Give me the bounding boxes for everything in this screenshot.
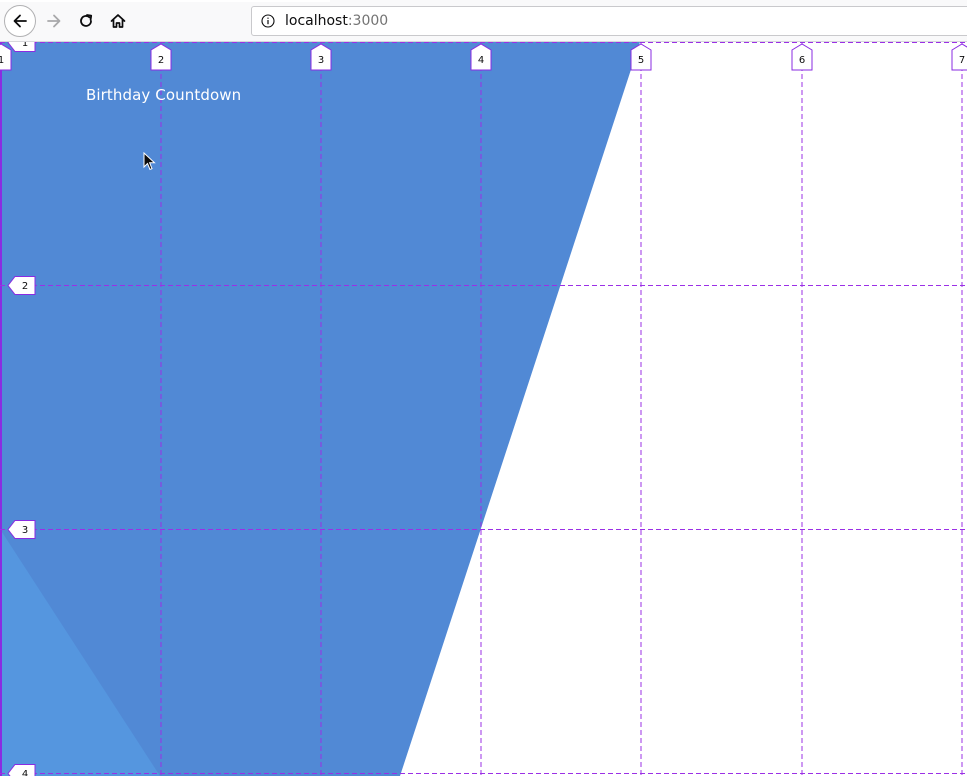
grid-column-badge: 2	[150, 43, 172, 71]
grid-column-badge: 4	[470, 43, 492, 71]
url-port: :3000	[347, 13, 389, 29]
main-blue-shape	[0, 42, 640, 776]
url-bar[interactable]: localhost:3000	[251, 6, 967, 36]
reload-icon	[80, 14, 93, 27]
forward-button[interactable]	[38, 5, 70, 37]
grid-column-label: 2	[158, 55, 164, 66]
browser-toolbar: localhost:3000	[0, 0, 967, 42]
grid-column-label: 6	[799, 55, 805, 66]
grid-column-label: 1	[0, 55, 4, 66]
back-button[interactable]	[4, 5, 36, 37]
grid-row-label: 2	[22, 281, 28, 292]
grid-column-badge: 5	[630, 43, 652, 71]
back-arrow-icon	[13, 14, 27, 28]
grid-row-label: 1	[22, 42, 28, 49]
reload-button[interactable]	[70, 5, 102, 37]
page-viewport: 1 2 3 4 5 6 7 1 2 3 4 Birthday Countdown	[0, 42, 967, 776]
grid-column-label: 4	[478, 55, 484, 66]
home-button[interactable]	[102, 5, 134, 37]
grid-row-label: 4	[22, 769, 28, 776]
grid-column-badge: 6	[791, 43, 813, 71]
grid-column-label: 7	[959, 55, 965, 66]
grid-column-label: 5	[638, 55, 644, 66]
grid-column-label: 3	[318, 55, 324, 66]
url-host: localhost	[285, 13, 348, 29]
mouse-cursor-icon	[143, 152, 156, 171]
info-icon[interactable]	[261, 14, 275, 28]
url-text[interactable]: localhost:3000	[285, 13, 388, 29]
grid-row-label: 3	[22, 525, 28, 536]
tab-strip-edge	[0, 0, 330, 2]
home-icon	[110, 14, 126, 28]
grid-column-badge: 3	[310, 43, 332, 71]
forward-arrow-icon	[47, 14, 61, 28]
grid-column-badge: 7	[951, 43, 967, 71]
page-title: Birthday Countdown	[86, 86, 242, 104]
